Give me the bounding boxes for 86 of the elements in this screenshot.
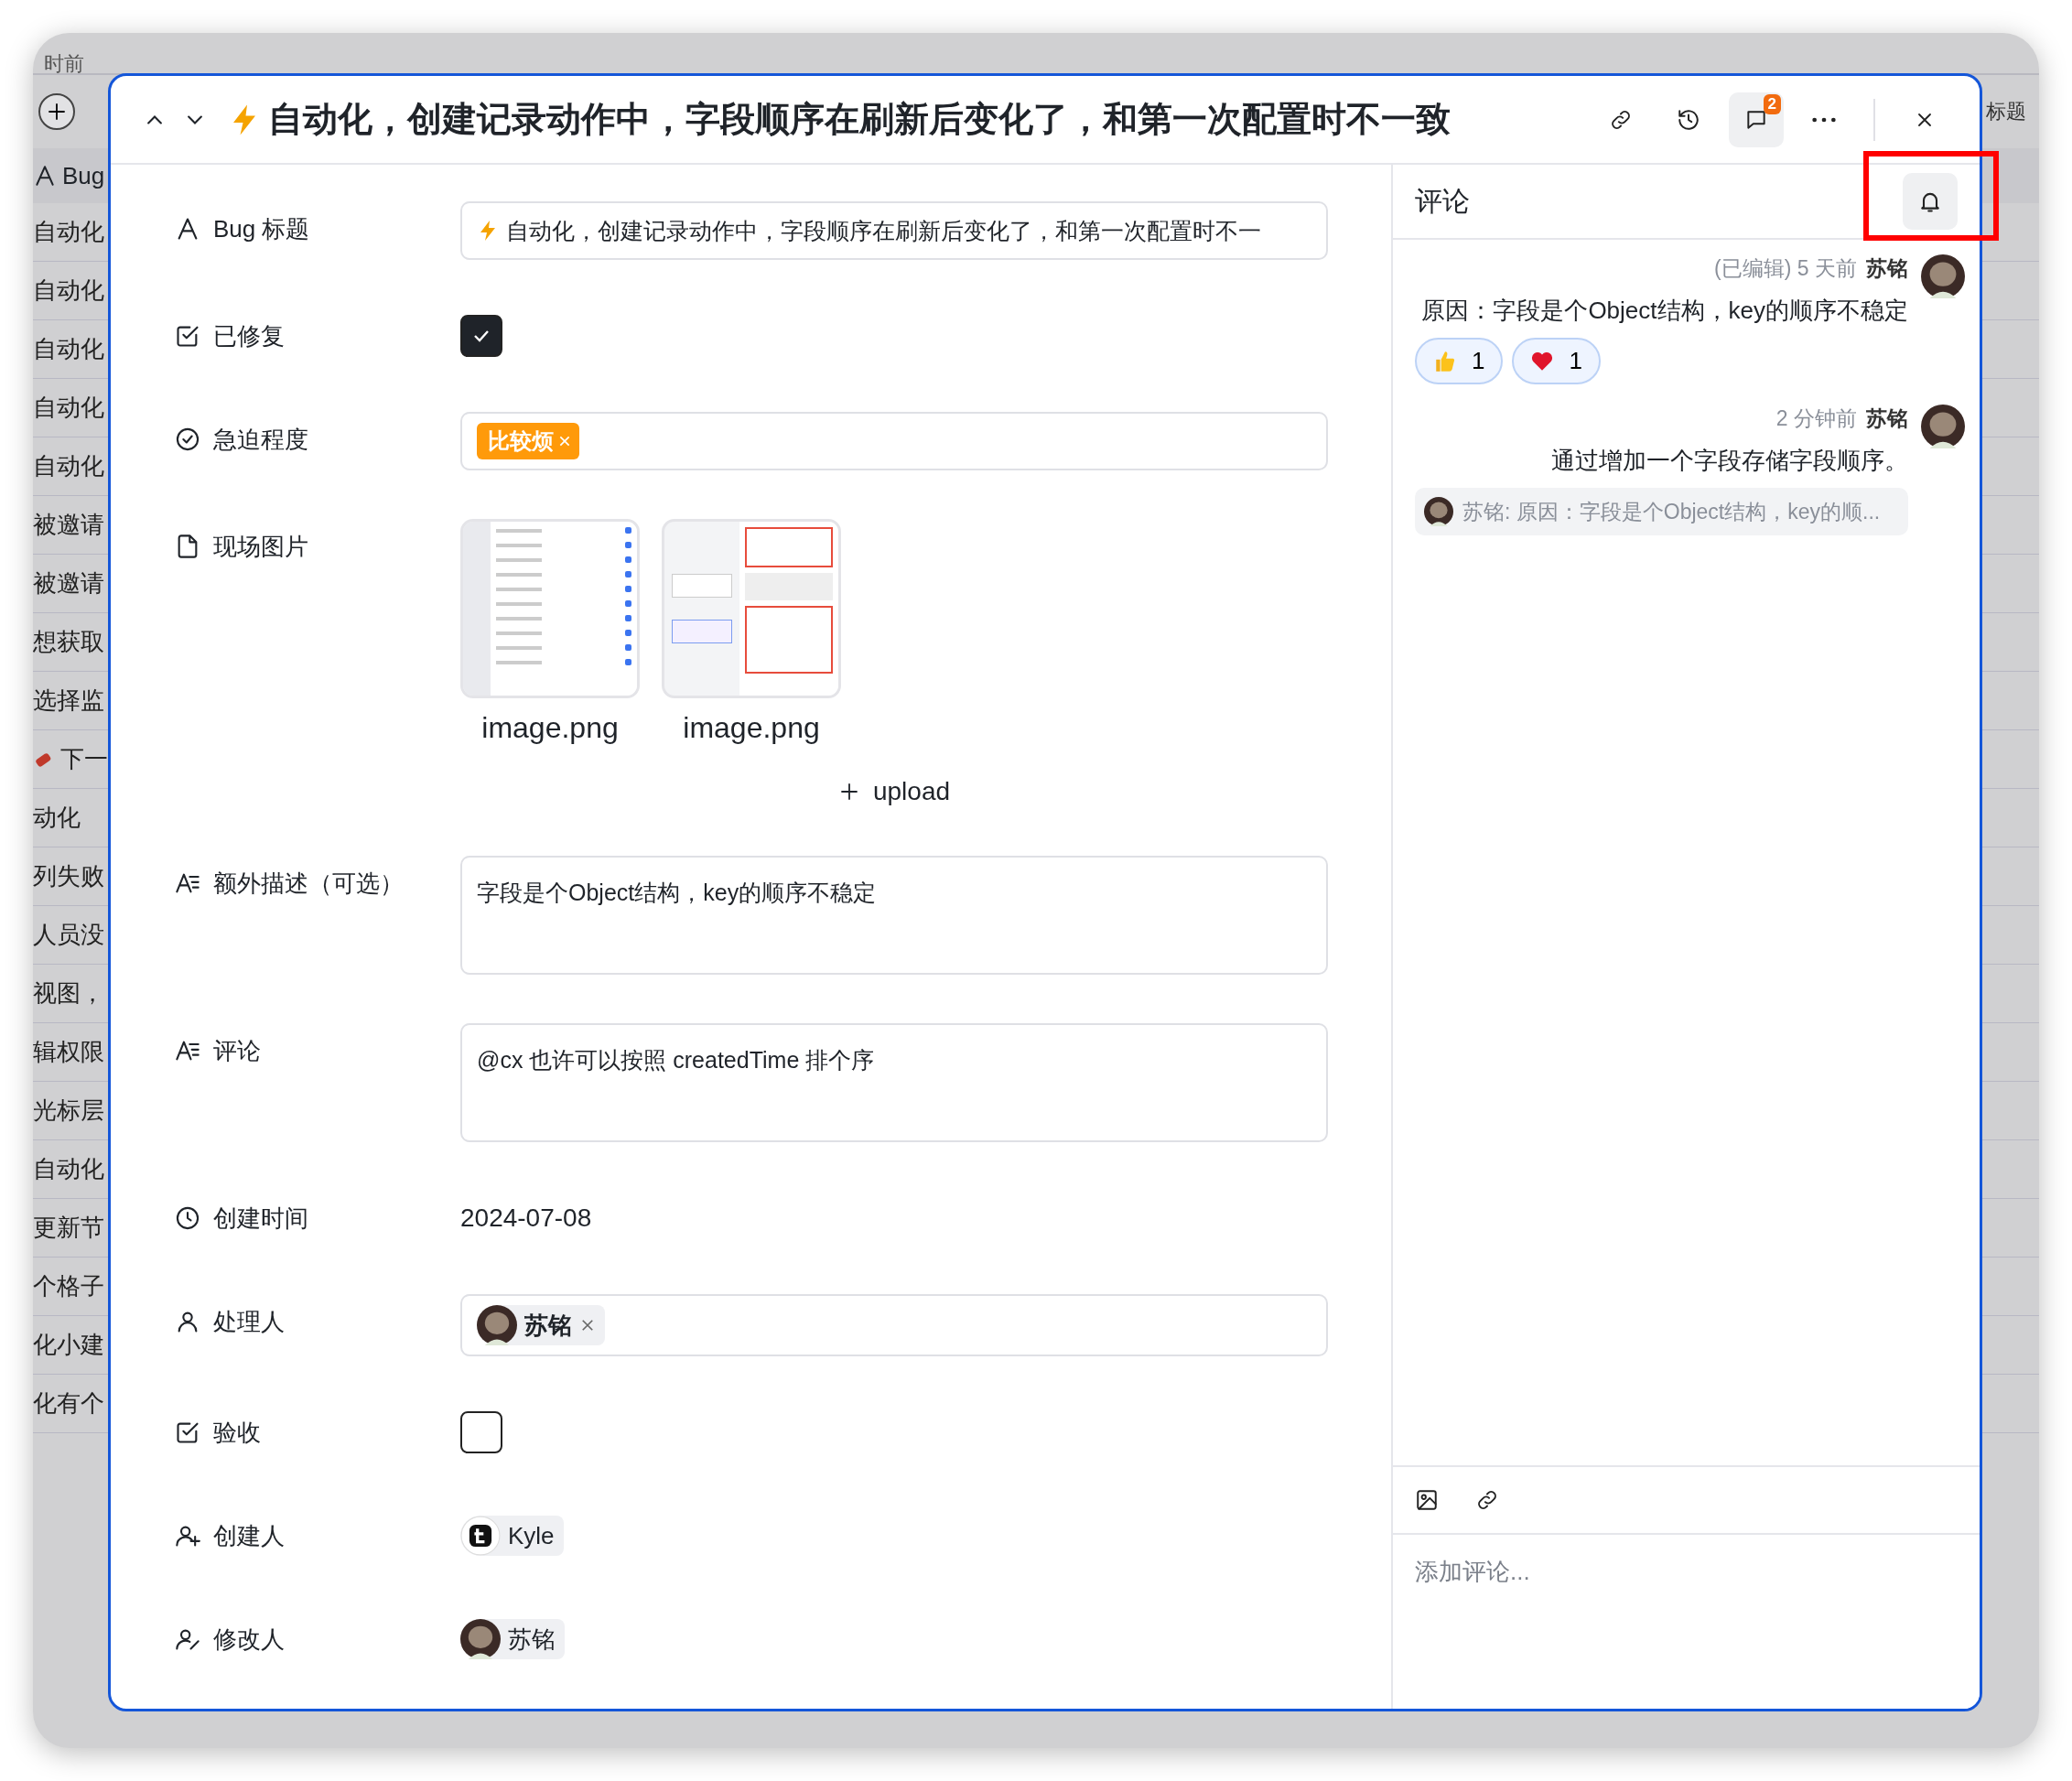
time-label: 时前 — [44, 55, 84, 73]
insert-link-button[interactable] — [1475, 1488, 1499, 1512]
notification-button[interactable] — [1903, 173, 1958, 230]
field-value: 自动化，创建记录动作中，字段顺序在刷新后变化了，和第一次配置时不一 — [506, 216, 1261, 245]
user-chip: Kyle — [460, 1516, 564, 1556]
avatar — [1921, 405, 1965, 448]
avatar — [1424, 497, 1453, 526]
field-label: 创建人 — [213, 1520, 285, 1551]
row-title: 被邀请 — [33, 568, 104, 599]
row-title: 自动化 — [33, 1154, 104, 1184]
field-label: 修改人 — [213, 1624, 285, 1655]
user-field[interactable]: 苏铭 — [460, 1294, 1328, 1356]
field-label: 评论 — [213, 1035, 261, 1066]
comment-time: 2 分钟前 — [1775, 405, 1857, 432]
chevron-down-icon[interactable] — [188, 114, 202, 124]
insert-image-button[interactable] — [1415, 1488, 1439, 1512]
row-title: 人员没 — [33, 920, 104, 950]
title-field[interactable]: 自动化，创建记录动作中，字段顺序在刷新后变化了，和第一次配置时不一 — [460, 201, 1328, 260]
remove-icon[interactable] — [579, 1317, 596, 1333]
screenshot-thumbnail[interactable] — [662, 519, 841, 698]
count-badge: 2 — [1763, 93, 1781, 114]
row-title: 辑权限 — [33, 1037, 104, 1067]
row-title: 个格子 — [33, 1271, 104, 1301]
avatar — [460, 1619, 501, 1659]
add-button[interactable] — [38, 93, 75, 130]
panel-title: 评论 — [1415, 184, 1470, 218]
row-title: 想获取 — [33, 627, 104, 657]
text-area[interactable]: 字段是个Object结构，key的顺序不稳定 — [460, 856, 1328, 975]
date-value: 2024-07-08 — [460, 1204, 592, 1233]
field-label: Bug 标题 — [213, 213, 310, 244]
avatar — [477, 1305, 517, 1345]
row-title: 选择监 — [33, 685, 104, 716]
row-title: 动化 — [33, 803, 81, 833]
image-icon — [1415, 1488, 1439, 1512]
row-title: 自动化 — [33, 217, 104, 247]
tag: 比较烦 — [477, 423, 579, 459]
row-title: 化有个 — [33, 1388, 104, 1419]
user-chip: 苏铭 — [477, 1305, 605, 1345]
thumbs-up-icon — [1433, 349, 1457, 373]
field-label: 急迫程度 — [213, 424, 308, 455]
plus-icon — [46, 101, 68, 123]
row-title: 下一 — [60, 744, 108, 774]
chevron-up-icon[interactable] — [147, 114, 162, 124]
row-title: 光标层 — [33, 1096, 104, 1126]
row-title: 化小建 — [33, 1330, 104, 1360]
row-title: 自动化 — [33, 334, 104, 364]
link-icon — [1475, 1488, 1499, 1512]
row-title: 自动化 — [33, 451, 104, 481]
field-label: 创建时间 — [213, 1203, 308, 1234]
row-title: 自动化 — [33, 393, 104, 423]
field-label: 现场图片 — [213, 531, 308, 562]
comment-text: 原因：字段是个Object结构，key的顺序不稳定 — [1421, 296, 1908, 326]
field-label: 额外描述（可选） — [213, 868, 404, 899]
column-header: Bug — [62, 161, 105, 190]
row-title: 列失败 — [33, 861, 104, 891]
row-title: 更新节 — [33, 1213, 104, 1243]
comment-time: (已编辑) 5 天前 — [1714, 255, 1857, 282]
comment-text: 通过增加一个字段存储字段顺序。 — [1551, 446, 1908, 476]
quote-text: 苏铭: 原因：字段是个Object结构，key的顺... — [1462, 498, 1881, 525]
checkbox[interactable] — [460, 315, 502, 357]
record-title: 自动化，创建记录动作中，字段顺序在刷新后变化了，和第一次配置时不一致 — [268, 99, 1451, 140]
column-header: 标题 — [1986, 99, 2027, 124]
comment-author: 苏铭 — [1866, 255, 1908, 282]
comment-author: 苏铭 — [1866, 405, 1908, 432]
clock-icon — [175, 1205, 200, 1231]
field-label: 验收 — [213, 1417, 261, 1448]
row-title: 自动化 — [33, 275, 104, 306]
checkbox[interactable] — [460, 1411, 502, 1453]
row-title: 视图， — [33, 978, 104, 1009]
screenshot-thumbnail[interactable] — [460, 519, 640, 698]
file-name: image.png — [481, 711, 619, 745]
upload-button[interactable]: upload — [832, 776, 956, 807]
text-area[interactable]: @cx 也许可以按照 createdTime 排个序 — [460, 1023, 1328, 1142]
reaction-button[interactable]: 1 — [1415, 338, 1504, 384]
reaction-button[interactable]: 1 — [1512, 338, 1601, 384]
user-chip: 苏铭 — [460, 1619, 565, 1659]
avatar — [460, 1516, 501, 1556]
field-label: 处理人 — [213, 1306, 285, 1337]
text-field-icon — [33, 164, 57, 188]
avatar — [1921, 254, 1965, 298]
field-label: 已修复 — [213, 320, 285, 351]
row-title: 被邀请 — [33, 510, 104, 540]
more-icon — [1812, 116, 1836, 123]
circle-check-icon — [175, 426, 200, 452]
history-icon — [1677, 107, 1700, 132]
file-name: image.png — [683, 711, 820, 745]
